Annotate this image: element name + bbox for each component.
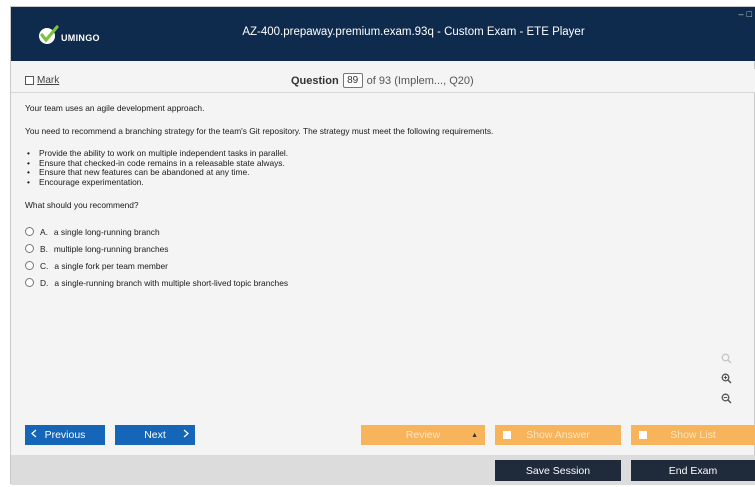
footer-bar: Save Session End Exam xyxy=(11,455,755,485)
end-exam-button[interactable]: End Exam xyxy=(631,460,755,481)
option-letter: D. xyxy=(40,277,49,288)
window-title: AZ-400.prepaway.premium.exam.93q - Custo… xyxy=(242,26,585,38)
radio-button[interactable] xyxy=(25,261,34,270)
option-letter: C. xyxy=(40,260,49,271)
requirement-item: Encourage experimentation. xyxy=(25,177,745,188)
radio-button[interactable] xyxy=(25,227,34,236)
zoom-tools xyxy=(718,353,734,413)
title-bar: UMINGO AZ-400.prepaway.premium.exam.93q … xyxy=(11,7,755,61)
question-navigator: Question 89 of 93 (Implem..., Q20) xyxy=(291,73,474,88)
mark-toggle[interactable]: Mark xyxy=(25,75,59,86)
review-button[interactable]: Review ▲ xyxy=(361,425,485,445)
zoom-in-icon[interactable] xyxy=(718,373,734,393)
show-answer-label: Show Answer xyxy=(526,429,590,441)
show-answer-button[interactable]: Show Answer xyxy=(495,425,621,445)
question-body: Your team uses an agile development appr… xyxy=(25,103,745,291)
show-answer-checkbox[interactable] xyxy=(503,431,511,439)
save-session-button[interactable]: Save Session xyxy=(495,460,621,481)
question-toolbar: Mark Question 89 of 93 (Implem..., Q20) xyxy=(11,69,755,93)
option-text: a single-running branch with multiple sh… xyxy=(54,277,289,288)
answer-options: A. a single long-running branch B. multi… xyxy=(25,223,745,291)
next-label: Next xyxy=(144,429,166,441)
caret-up-icon: ▲ xyxy=(471,431,478,439)
question-label: Question xyxy=(291,74,339,87)
zoom-out-icon[interactable] xyxy=(718,393,734,413)
show-list-label: Show List xyxy=(670,429,716,441)
show-list-button[interactable]: Show List xyxy=(631,425,755,445)
question-prompt: What should you recommend? xyxy=(25,200,139,210)
search-icon[interactable] xyxy=(718,353,734,373)
next-button[interactable]: Next xyxy=(115,425,195,445)
option-text: a single long-running branch xyxy=(53,226,160,237)
question-task: You need to recommend a branching strate… xyxy=(25,126,494,136)
question-intro: Your team uses an agile development appr… xyxy=(25,103,205,113)
mark-label[interactable]: Mark xyxy=(37,75,59,86)
option-letter: A. xyxy=(40,226,48,237)
answer-option-c[interactable]: C. a single fork per team member xyxy=(25,257,745,274)
chevron-left-icon xyxy=(31,429,37,441)
navigation-bar: Previous Next Review ▲ Show Answer Show … xyxy=(11,425,755,447)
chevron-right-icon xyxy=(183,429,189,441)
minimize-button[interactable]: – xyxy=(739,9,744,19)
question-count: of 93 (Implem..., Q20) xyxy=(366,74,474,87)
radio-button[interactable] xyxy=(25,244,34,253)
ete-player-window: UMINGO AZ-400.prepaway.premium.exam.93q … xyxy=(10,6,755,485)
answer-option-d[interactable]: D. a single-running branch with multiple… xyxy=(25,274,745,291)
requirements-list: Provide the ability to work on multiple … xyxy=(25,148,745,188)
maximize-button[interactable]: □ xyxy=(747,9,752,19)
mark-checkbox[interactable] xyxy=(25,76,34,85)
window-controls: – □ xyxy=(739,9,752,19)
answer-option-b[interactable]: B. multiple long-running branches xyxy=(25,240,745,257)
option-text: multiple long-running branches xyxy=(53,243,169,254)
question-number-input[interactable]: 89 xyxy=(342,73,363,88)
previous-label: Previous xyxy=(44,429,86,441)
option-letter: B. xyxy=(40,243,48,254)
review-label: Review xyxy=(405,429,441,441)
answer-option-a[interactable]: A. a single long-running branch xyxy=(25,223,745,240)
previous-button[interactable]: Previous xyxy=(25,425,105,445)
option-text: a single fork per team member xyxy=(54,260,168,271)
show-list-checkbox[interactable] xyxy=(639,431,647,439)
radio-button[interactable] xyxy=(25,278,34,287)
